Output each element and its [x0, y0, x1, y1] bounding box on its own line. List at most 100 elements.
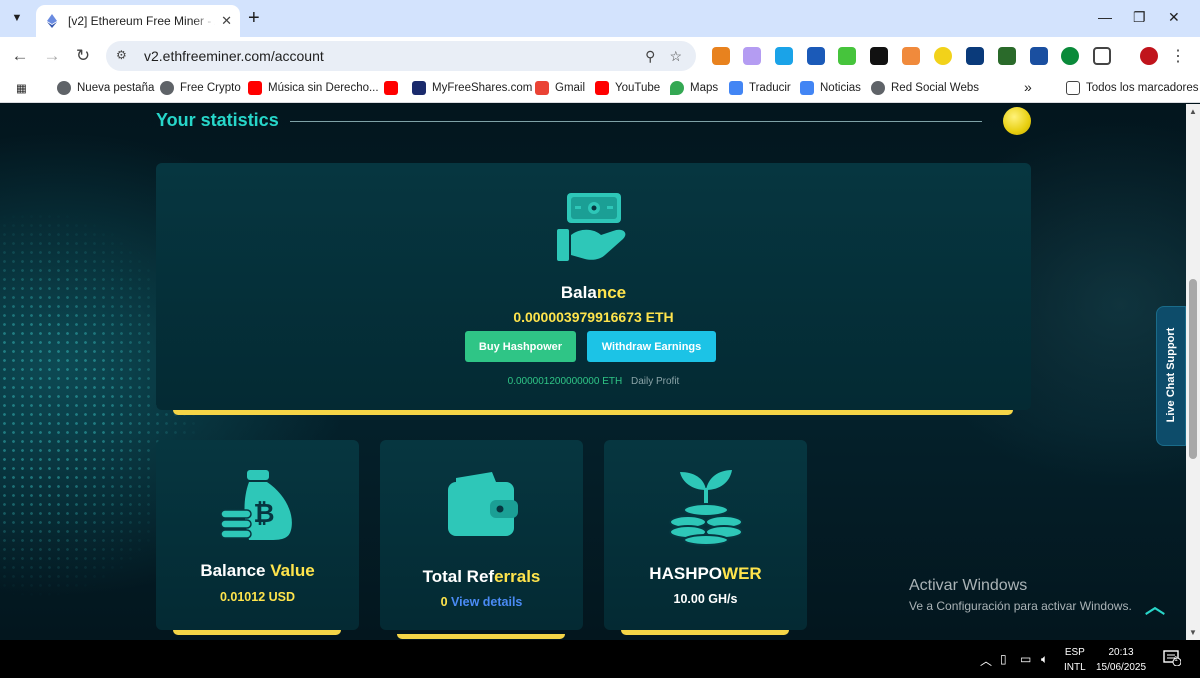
language-code: ESP: [1064, 647, 1085, 658]
extension-icon[interactable]: [743, 47, 761, 65]
total-referrals-value: 0 View details: [380, 595, 583, 609]
bookmark-item[interactable]: Maps: [670, 81, 718, 95]
scrollbar-thumb[interactable]: [1189, 279, 1197, 459]
tab-strip: ▼ [v2] Ethereum Free Miner - Acc ✕ + — ❐…: [0, 0, 1200, 37]
title-part-highlight: nce: [596, 283, 627, 302]
card-accent-bar: [621, 630, 789, 635]
view-details-link[interactable]: View details: [451, 595, 522, 609]
all-bookmarks-folder[interactable]: Todos los marcadores: [1066, 81, 1199, 95]
money-bag-icon: ₿: [220, 470, 292, 540]
bookmark-item[interactable]: Noticias: [800, 81, 861, 95]
buy-hashpower-button[interactable]: Buy Hashpower: [465, 331, 576, 362]
bookmarks-bar: ▦ Nueva pestaña Free Crypto Música sin D…: [0, 75, 1200, 103]
activate-windows-watermark: Activar Windows Ve a Configuración para …: [909, 577, 1132, 613]
withdraw-earnings-button[interactable]: Withdraw Earnings: [587, 331, 716, 362]
bookmark-item[interactable]: Traducir: [729, 81, 791, 95]
new-tab-button[interactable]: +: [248, 8, 260, 28]
extension-icon[interactable]: [902, 47, 920, 65]
scroll-down-arrow-icon[interactable]: ▼: [1189, 628, 1197, 637]
extension-icon[interactable]: [838, 47, 856, 65]
bookmark-label: Maps: [690, 82, 719, 94]
watermark-subtitle: Ve a Configuración para activar Windows.: [909, 599, 1132, 613]
bookmark-label: Red Social Webs: [891, 82, 979, 94]
title-part-highlight: WER: [722, 564, 762, 583]
metamask-extension-icon[interactable]: [712, 47, 730, 65]
reload-button[interactable]: ↻: [73, 46, 93, 66]
referral-count: 0: [440, 595, 452, 609]
section-title: Your statistics: [156, 110, 279, 130]
input-language[interactable]: ESP INTL: [1064, 645, 1086, 675]
chevron-up-icon[interactable]: ︿: [980, 652, 992, 669]
extension-icon[interactable]: [934, 47, 952, 65]
balance-value-title: Balance Value: [156, 561, 359, 581]
menu-kebab-icon[interactable]: ⋮: [1168, 46, 1188, 66]
restore-button[interactable]: ❐: [1133, 9, 1146, 26]
close-icon[interactable]: ✕: [221, 13, 232, 29]
site-settings-icon[interactable]: ⚙: [116, 48, 132, 64]
bookmark-item[interactable]: MyFreeShares.com: [412, 81, 532, 95]
bookmark-item[interactable]: [384, 81, 404, 95]
extension-icon[interactable]: [807, 47, 825, 65]
volume-icon[interactable]: 🔈︎: [1041, 652, 1048, 667]
bookmark-label: Todos los marcadores: [1086, 82, 1199, 94]
bookmark-item[interactable]: Gmail: [535, 81, 585, 95]
scroll-to-top-icon[interactable]: ︿: [1145, 590, 1165, 619]
myfreeshares-icon: [412, 81, 426, 95]
title-part: Balance: [200, 561, 271, 580]
globe-icon: [871, 81, 885, 95]
chevron-down-icon: ▼: [11, 12, 23, 24]
extension-icon[interactable]: [870, 47, 888, 65]
bookmark-label: Nueva pestaña: [77, 82, 155, 94]
network-icon[interactable]: ▭: [1020, 652, 1031, 666]
apps-grid-icon[interactable]: ▦: [16, 81, 27, 95]
bookmark-item[interactable]: Free Crypto: [160, 81, 241, 95]
live-chat-label: Live Chat Support: [1165, 327, 1177, 423]
zoom-icon[interactable]: ⚲: [645, 48, 655, 65]
maps-pin-icon: [670, 81, 684, 95]
clock[interactable]: 20:13 15/06/2025: [1096, 645, 1146, 675]
extensions-puzzle-icon[interactable]: [1093, 47, 1111, 65]
extension-icon[interactable]: [1061, 47, 1079, 65]
tab-search-button[interactable]: ▼: [6, 7, 28, 29]
active-tab[interactable]: [v2] Ethereum Free Miner - Acc ✕: [36, 5, 240, 37]
extension-icon[interactable]: [1030, 47, 1048, 65]
more-bookmarks-button[interactable]: »: [1024, 79, 1032, 95]
hashpower-value: 10.00 GH/s: [673, 592, 738, 606]
youtube-icon: [384, 81, 398, 95]
keyboard-layout: INTL: [1064, 662, 1086, 673]
coin-plant-icon: [669, 470, 743, 546]
card-accent-bar: [173, 630, 341, 635]
live-chat-support-button[interactable]: Live Chat Support: [1156, 306, 1186, 446]
extension-icon[interactable]: [998, 47, 1016, 65]
title-part: Bala: [560, 283, 597, 302]
gmail-icon: [535, 81, 549, 95]
bookmark-item[interactable]: Música sin Derecho...: [248, 81, 379, 95]
extension-icon[interactable]: [966, 47, 984, 65]
bookmark-label: Traducir: [749, 82, 791, 94]
bookmark-star-icon[interactable]: ☆: [669, 48, 682, 65]
bookmark-item[interactable]: YouTube: [595, 81, 660, 95]
back-button[interactable]: ←: [10, 46, 30, 66]
svg-text:₿: ₿: [253, 499, 274, 529]
profile-avatar[interactable]: [1140, 47, 1158, 65]
page-scrollbar[interactable]: ▲ ▼: [1186, 104, 1200, 640]
card-accent-bar: [173, 410, 1013, 415]
extension-icon[interactable]: [775, 47, 793, 65]
minimize-button[interactable]: —: [1098, 9, 1112, 25]
balance-amount: 0.000003979916673 ETH: [513, 309, 674, 325]
windows-taskbar: ︿ ▯ ▭ 🔈︎ ESP INTL 20:13 15/06/2025 1: [0, 640, 1200, 678]
bookmark-item[interactable]: Red Social Webs: [871, 81, 979, 95]
notification-count: 1: [1174, 656, 1178, 663]
close-window-button[interactable]: ✕: [1168, 9, 1180, 26]
address-bar[interactable]: ⚙ v2.ethfreeminer.com/account ⚲ ☆: [106, 41, 696, 71]
forward-button[interactable]: →: [42, 46, 62, 66]
ethereum-favicon-icon: [47, 14, 57, 28]
card-accent-bar: [397, 634, 565, 639]
title-part-highlight: errals: [494, 567, 541, 586]
notification-center-icon[interactable]: 1: [1163, 650, 1182, 667]
battery-icon[interactable]: ▯: [1000, 652, 1007, 666]
bookmark-item[interactable]: Nueva pestaña: [57, 81, 154, 95]
gold-coin-icon: [1003, 107, 1031, 135]
scroll-up-arrow-icon[interactable]: ▲: [1189, 107, 1197, 116]
youtube-icon: [595, 81, 609, 95]
